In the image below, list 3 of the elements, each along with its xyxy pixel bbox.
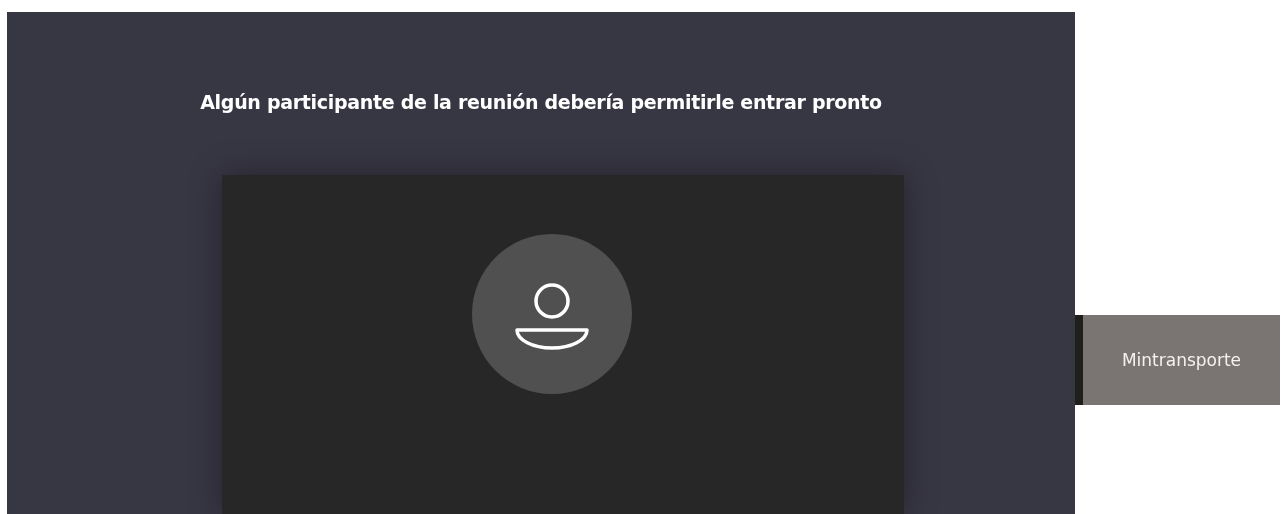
participant-name: Mintransporte [1075, 315, 1280, 405]
avatar-icon [472, 234, 632, 394]
waiting-message: Algún participante de la reunión debería permitirle entrar pronto [200, 91, 882, 113]
